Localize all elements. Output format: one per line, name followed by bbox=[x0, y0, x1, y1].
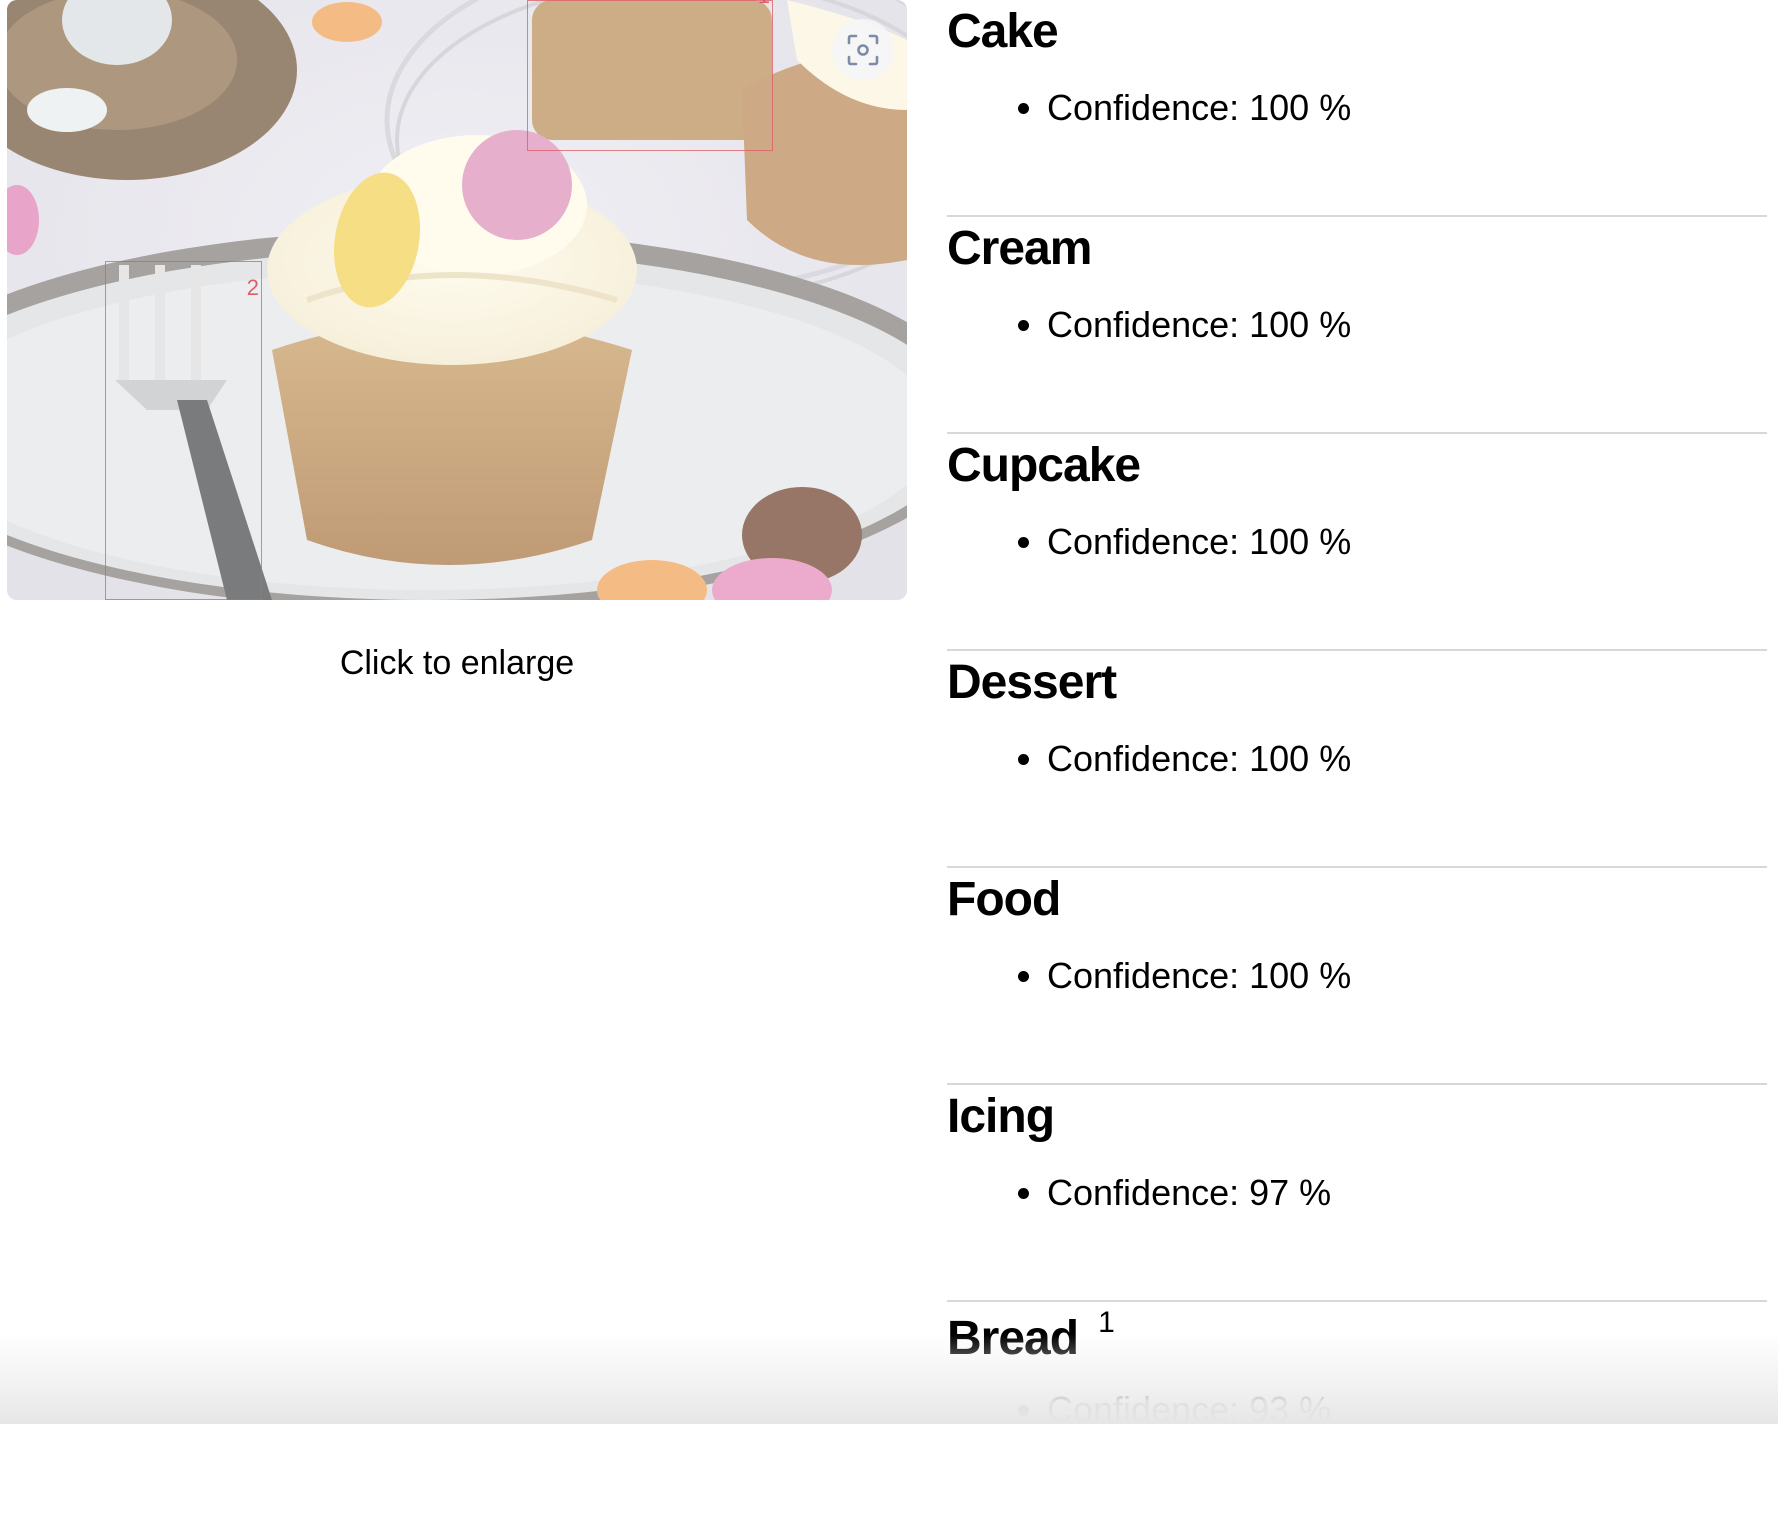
label-name: Dessert bbox=[947, 656, 1117, 709]
label-name: Cupcake bbox=[947, 439, 1141, 492]
confidence-list: Confidence: 100 % bbox=[947, 301, 1351, 349]
confidence-text: Confidence: 97 % bbox=[1047, 1169, 1331, 1217]
confidence-list: Confidence: 100 % bbox=[947, 952, 1351, 1000]
label-item-dessert: Dessert Confidence: 100 % bbox=[947, 651, 1767, 868]
detection-box-2: 2 bbox=[105, 261, 262, 600]
scroll-fade-overlay bbox=[0, 1334, 1778, 1424]
label-item-cake: Cake Confidence: 100 % bbox=[947, 0, 1767, 217]
confidence-text: Confidence: 100 % bbox=[1047, 518, 1351, 566]
label-title: Dessert bbox=[947, 655, 1117, 710]
confidence-text: Confidence: 100 % bbox=[1047, 952, 1351, 1000]
confidence-list: Confidence: 100 % bbox=[947, 735, 1351, 783]
labels-list: Cake Confidence: 100 % Cream Confidence:… bbox=[947, 0, 1767, 1519]
detection-box-number: 1 bbox=[758, 0, 770, 9]
confidence-list: Confidence: 100 % bbox=[947, 84, 1351, 132]
label-item-icing: Icing Confidence: 97 % bbox=[947, 1085, 1767, 1302]
confidence-text: Confidence: 100 % bbox=[1047, 301, 1351, 349]
confidence-list: Confidence: 97 % bbox=[947, 1169, 1331, 1217]
label-title: Cream bbox=[947, 221, 1092, 276]
label-title: Icing bbox=[947, 1089, 1055, 1144]
visual-lookup-button[interactable] bbox=[832, 19, 894, 81]
label-title: Food bbox=[947, 872, 1061, 927]
label-item-food: Food Confidence: 100 % bbox=[947, 868, 1767, 1085]
confidence-text: Confidence: 100 % bbox=[1047, 84, 1351, 132]
detection-box-number: 2 bbox=[246, 275, 259, 300]
label-name: Cake bbox=[947, 5, 1059, 58]
confidence-list: Confidence: 100 % bbox=[947, 518, 1351, 566]
label-name: Food bbox=[947, 873, 1061, 926]
label-item-cupcake: Cupcake Confidence: 100 % bbox=[947, 434, 1767, 651]
analyzed-photo[interactable]: 1 2 bbox=[7, 0, 907, 600]
photo-caption: Click to enlarge bbox=[339, 644, 575, 682]
label-name: Icing bbox=[947, 1090, 1055, 1143]
visual-lookup-icon bbox=[847, 34, 879, 66]
detection-box-1: 1 bbox=[527, 0, 773, 151]
label-item-cream: Cream Confidence: 100 % bbox=[947, 217, 1767, 434]
label-title: Cupcake bbox=[947, 438, 1141, 493]
label-name: Cream bbox=[947, 222, 1092, 275]
confidence-text: Confidence: 100 % bbox=[1047, 735, 1351, 783]
image-panel: 1 2 Click to enlarge bbox=[7, 0, 907, 683]
label-title: Cake bbox=[947, 4, 1059, 59]
